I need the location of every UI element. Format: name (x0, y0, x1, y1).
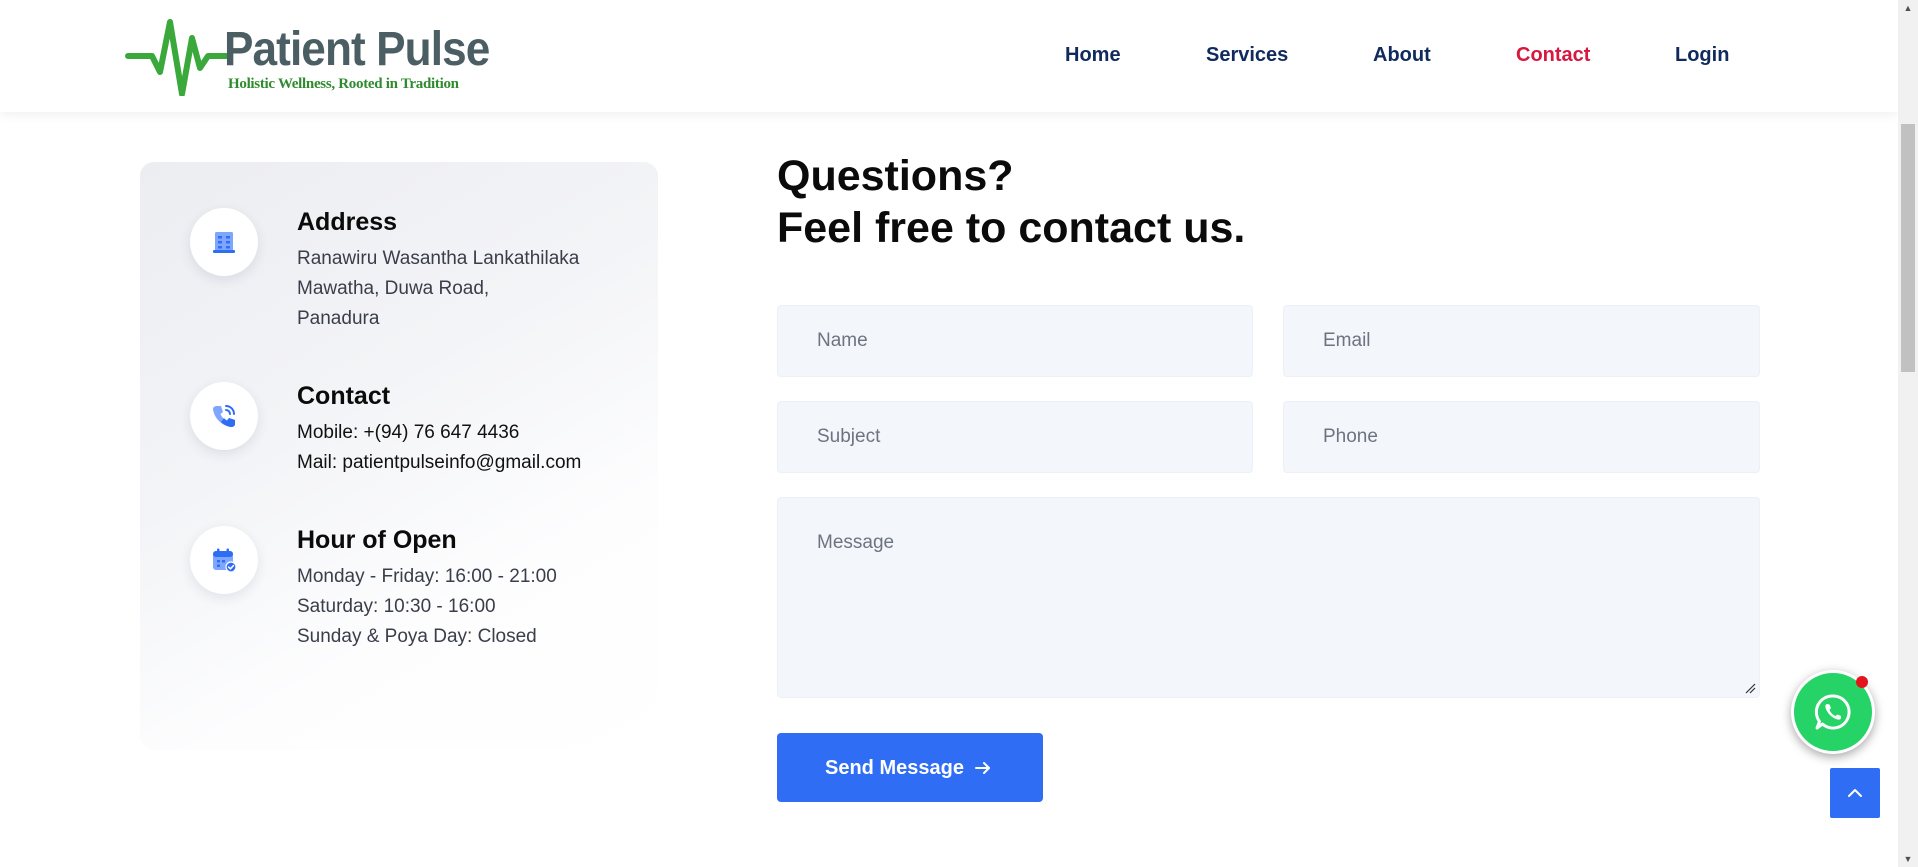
address-line-3: Panadura (297, 308, 380, 329)
contact-title: Contact (297, 382, 391, 410)
phone-icon (213, 405, 235, 427)
send-message-label: Send Message (825, 757, 964, 779)
hours-title: Hour of Open (297, 526, 457, 554)
contact-icon-circle (190, 382, 258, 450)
contact-mail: Mail: patientpulseinfo@gmail.com (297, 452, 582, 473)
hours-icon-circle (190, 526, 258, 594)
hours-line-1: Monday - Friday: 16:00 - 21:00 (297, 566, 557, 587)
message-textarea[interactable] (778, 498, 1759, 697)
nav-login[interactable]: Login (1675, 44, 1729, 67)
building-icon (213, 232, 235, 253)
notification-dot (1856, 676, 1868, 688)
subject-input[interactable] (778, 402, 1252, 472)
heading-line-1: Questions? (777, 152, 1014, 200)
phone-field-wrapper (1283, 401, 1760, 473)
message-field-wrapper (777, 497, 1760, 698)
email-field-wrapper (1283, 305, 1760, 377)
back-to-top-button[interactable] (1830, 768, 1880, 818)
subject-field-wrapper (777, 401, 1253, 473)
hours-line-2: Saturday: 10:30 - 16:00 (297, 596, 496, 617)
resize-handle-icon[interactable] (1744, 682, 1756, 694)
whatsapp-icon (1814, 694, 1851, 730)
hours-line-3: Sunday & Poya Day: Closed (297, 626, 537, 647)
chevron-up-icon (1848, 789, 1862, 797)
page-scrollbar[interactable]: ▲ ▼ (1898, 0, 1918, 867)
name-field-wrapper (777, 305, 1253, 377)
nav-about[interactable]: About (1373, 44, 1431, 67)
contact-info-card: Address Ranawiru Wasantha Lankathilaka M… (140, 162, 658, 750)
email-input[interactable] (1284, 306, 1759, 376)
address-line-2: Mawatha, Duwa Road, (297, 278, 490, 299)
brand-tagline: Holistic Wellness, Rooted in Tradition (228, 76, 459, 92)
send-message-button[interactable]: Send Message (777, 733, 1043, 802)
nav-services[interactable]: Services (1206, 44, 1288, 67)
scroll-up-arrow-icon[interactable]: ▲ (1898, 0, 1918, 16)
scroll-down-arrow-icon[interactable]: ▼ (1898, 851, 1918, 867)
nav-contact[interactable]: Contact (1516, 44, 1590, 67)
contact-mobile: Mobile: +(94) 76 647 4436 (297, 422, 520, 443)
calendar-icon (213, 548, 237, 573)
contact-heading: Questions? Feel free to contact us. (777, 150, 1245, 254)
address-line-1: Ranawiru Wasantha Lankathilaka (297, 248, 580, 269)
nav-home[interactable]: Home (1065, 44, 1121, 67)
address-title: Address (297, 208, 398, 236)
arrow-right-icon (975, 762, 990, 774)
name-input[interactable] (778, 306, 1252, 376)
address-icon-circle (190, 208, 258, 276)
phone-input[interactable] (1284, 402, 1759, 472)
heading-line-2: Feel free to contact us. (777, 204, 1246, 252)
pulse-logo-icon (125, 19, 233, 96)
brand-name: Patient Pulse (224, 23, 490, 76)
scrollbar-thumb[interactable] (1901, 124, 1915, 372)
site-header: Patient Pulse Holistic Wellness, Rooted … (0, 0, 1898, 112)
site-logo[interactable]: Patient Pulse Holistic Wellness, Rooted … (124, 16, 504, 96)
